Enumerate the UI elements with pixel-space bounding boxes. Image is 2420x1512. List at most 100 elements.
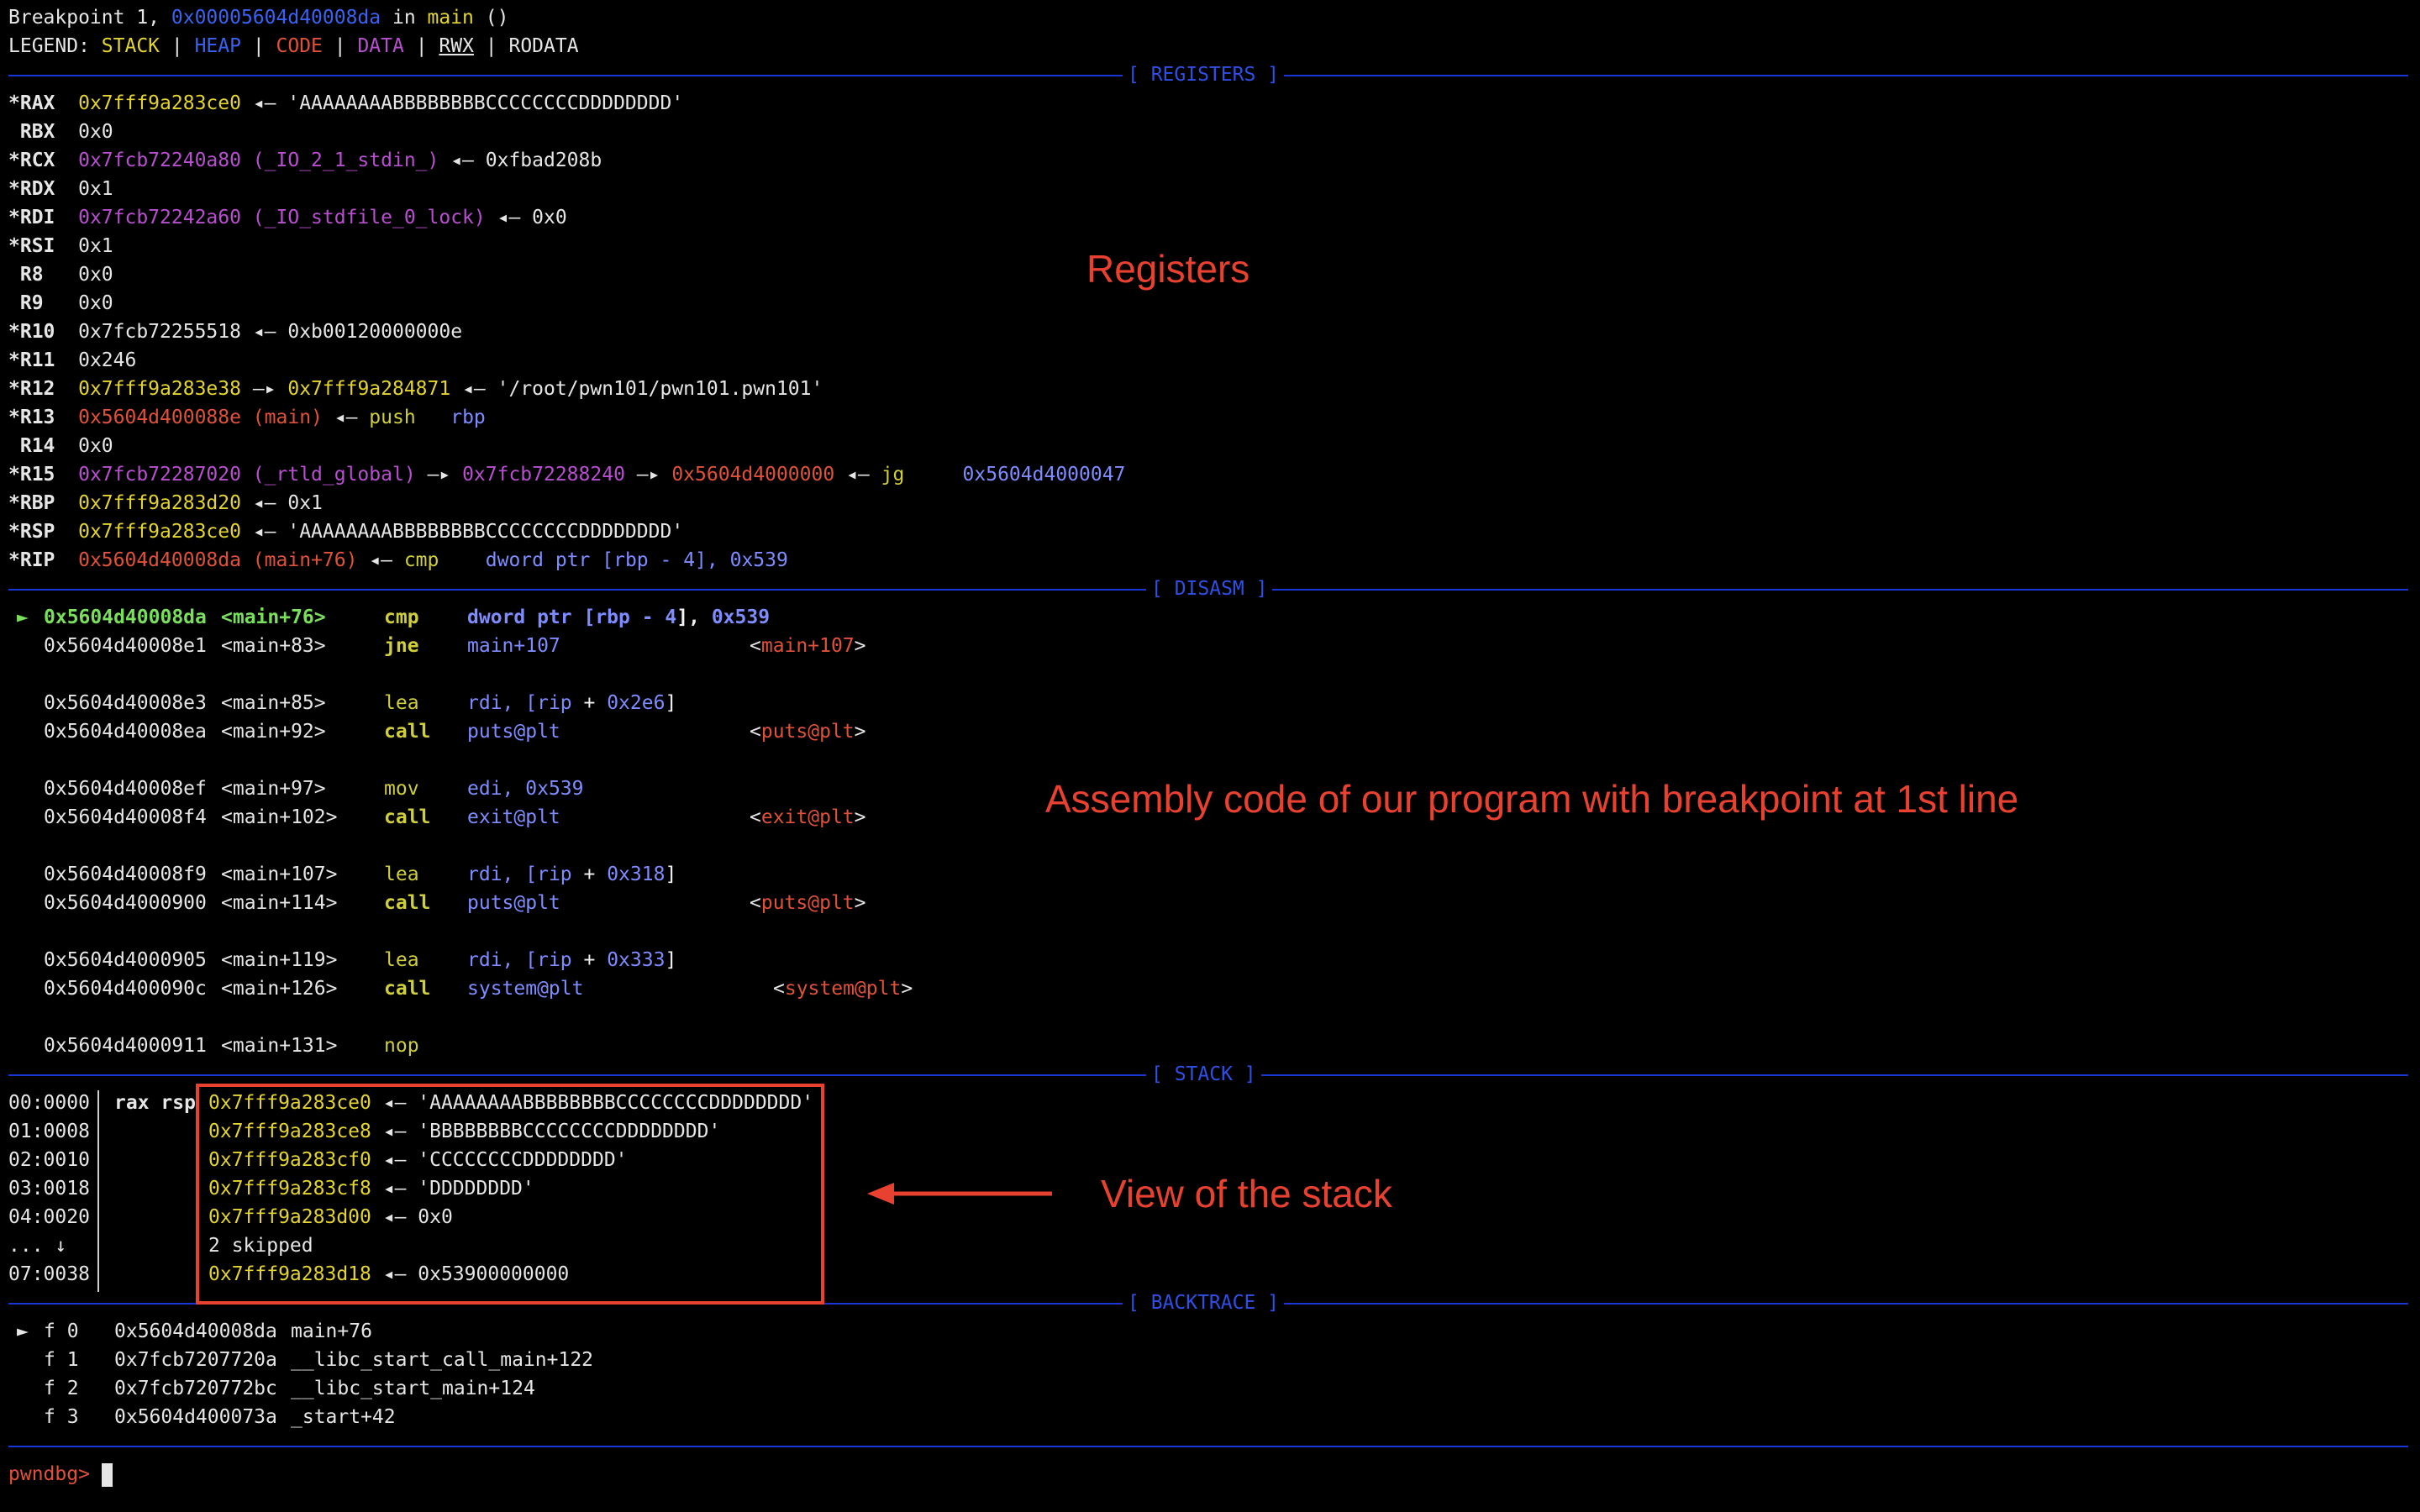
target-bracket: < <box>750 635 761 657</box>
stack-header: [ STACK ] <box>1146 1060 1261 1089</box>
stack-offset: 02:0010 <box>8 1149 90 1171</box>
stack-offset: 07:0038 <box>8 1263 90 1285</box>
op-part: rdi, [ <box>467 949 538 971</box>
reg-arrow: ◂— <box>240 492 288 514</box>
reg-deref: '/root/pwn101/pwn101.pwn101' <box>497 378 823 400</box>
stack-offset: 00:0000 <box>8 1092 90 1114</box>
target-name: main+107 <box>760 635 855 657</box>
reg-instr-operand: - <box>648 549 684 571</box>
target-bracket: < <box>750 892 761 914</box>
target-name: exit@plt <box>760 806 855 828</box>
reg-instr-operand: rbp <box>450 407 486 428</box>
target-name: system@plt <box>784 978 902 1000</box>
disasm-mnemonic: jne <box>384 635 419 657</box>
reg-arrow: ◂— <box>240 321 288 343</box>
op-part: 4 <box>665 606 677 628</box>
target-bracket: < <box>750 806 761 828</box>
assembly-annotation: Assembly code of our program with breakp… <box>1045 777 2019 821</box>
op-part: rip <box>537 949 572 971</box>
reg-deref: 0x5604d4000000 <box>671 464 835 486</box>
stack-highlight-box <box>196 1084 824 1305</box>
register-rsi: *RSI 0x1 <box>8 232 113 260</box>
reg-deref: 0x7fff9a284871 <box>287 378 451 400</box>
reg-deref: 0x7fcb72288240 <box>462 464 625 486</box>
disasm-operands: edi, 0x539 <box>467 774 584 803</box>
reg-value: 0x0 <box>78 264 113 286</box>
disasm-mnemonic: call <box>384 892 431 914</box>
disasm-address: 0x5604d4000911 <box>44 1035 207 1057</box>
disasm-address: 0x5604d40008f4 <box>44 806 207 828</box>
reg-value: 0x0 <box>78 121 113 143</box>
reg-instr-operand: dword ptr [ <box>485 549 614 571</box>
prompt-label: pwndbg> <box>8 1463 102 1485</box>
reg-deref: 0xb00120000000e <box>287 321 463 343</box>
register-r15: *R15 0x7fcb72287020 (_rtld_global) —▸ 0x… <box>8 460 1125 489</box>
disasm-header: [ DISASM ] <box>1146 575 1273 603</box>
frame-index: f 1 <box>44 1349 79 1371</box>
register-r14: R14 0x0 <box>8 432 113 460</box>
stack-skip-marker: ... ↓ <box>8 1235 67 1257</box>
legend-sep: | <box>403 35 439 57</box>
stack-divider <box>97 1090 99 1292</box>
reg-name: *R12 <box>8 378 55 400</box>
reg-arrow: —▸ <box>240 378 288 400</box>
disasm-target: <system@plt> <box>773 974 913 1003</box>
legend-line: LEGEND: STACK | HEAP | CODE | DATA | RWX… <box>8 32 579 60</box>
reg-name: R9 <box>8 292 44 314</box>
arrow-left-icon <box>867 1183 1052 1205</box>
legend-rodata: RODATA <box>508 35 579 57</box>
op-part: - <box>629 606 666 628</box>
disasm-operands: puts@plt <box>467 892 560 914</box>
stack-annotation: View of the stack <box>1101 1172 1392 1215</box>
target-bracket: > <box>854 721 866 743</box>
op-part: 0x2e6 <box>607 692 666 714</box>
reg-name: R14 <box>8 435 55 457</box>
bottom-separator <box>8 1431 2408 1460</box>
reg-instr-operand: ], <box>695 549 730 571</box>
frame-address: 0x5604d40008da <box>114 1320 277 1342</box>
bp-address: 0x00005604d40008da <box>171 7 381 29</box>
breakpoint-line: Breakpoint 1, 0x00005604d40008da in main… <box>8 3 508 32</box>
legend-sep: | <box>473 35 509 57</box>
bp-function: main <box>427 7 474 29</box>
reg-value: 0x0 <box>78 292 113 314</box>
registers-header: [ REGISTERS ] <box>1123 60 1285 89</box>
disasm-address: 0x5604d4000900 <box>44 892 207 914</box>
disasm-target: <main+107> <box>750 632 866 660</box>
register-rax: *RAX 0x7fff9a283ce0 ◂— 'AAAAAAAABBBBBBBB… <box>8 89 683 118</box>
reg-name: *R11 <box>8 349 55 371</box>
legend-sep: | <box>240 35 276 57</box>
frame-symbol: __libc_start_main+124 <box>291 1378 535 1399</box>
register-rcx: *RCX 0x7fcb72240a80 (_IO_2_1_stdin_) ◂— … <box>8 146 602 175</box>
reg-value: 0x1 <box>78 235 113 257</box>
register-rip: *RIP 0x5604d40008da (main+76) ◂— cmp dwo… <box>8 546 788 575</box>
disasm-symbol: <main+119> <box>221 949 338 971</box>
disasm-address: 0x5604d40008ef <box>44 778 207 800</box>
op-part: ], <box>676 606 712 628</box>
legend-sep: | <box>160 35 195 57</box>
disasm-mnemonic: lea <box>384 949 419 971</box>
disasm-symbol: <main+76> <box>221 606 326 628</box>
backtrace-header: [ BACKTRACE ] <box>1123 1289 1285 1317</box>
frame-index: f 3 <box>44 1406 79 1428</box>
reg-instr-operand: 4 <box>683 549 696 571</box>
disasm-address: 0x5604d400090c <box>44 978 207 1000</box>
reg-instr: cmp <box>403 549 439 571</box>
op-part: rbp <box>595 606 630 628</box>
target-bracket: > <box>854 635 866 657</box>
frame-symbol: main+76 <box>291 1320 372 1342</box>
op-part: rip <box>537 692 572 714</box>
disasm-mnemonic: call <box>384 806 431 828</box>
reg-value: 0x7fcb72240a80 (_IO_2_1_stdin_) <box>78 150 439 171</box>
target-name: puts@plt <box>760 721 855 743</box>
reg-instr: push <box>369 407 416 428</box>
register-r11: *R11 0x246 <box>8 346 136 375</box>
reg-arrow: ◂— <box>450 378 497 400</box>
reg-instr: jg <box>881 464 905 486</box>
disasm-symbol: <main+92> <box>221 721 326 743</box>
disasm-target: <puts@plt> <box>750 717 866 746</box>
command-line[interactable]: pwndbg> <box>8 1460 113 1488</box>
op-part: rip <box>537 864 572 885</box>
disasm-address: 0x5604d40008da <box>44 606 207 628</box>
text-cursor[interactable] <box>101 1462 113 1487</box>
